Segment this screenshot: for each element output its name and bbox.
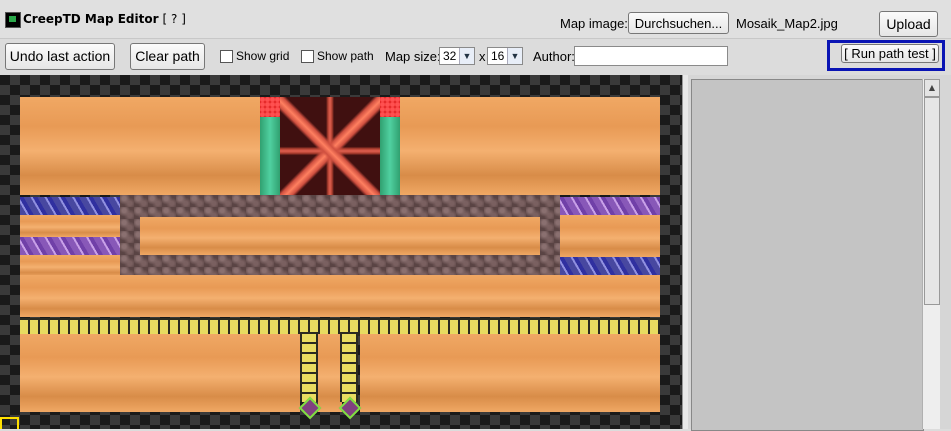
show-path-label: Show path [317,49,374,63]
app-title: CreepTD Map Editor [ ? ] [23,12,186,26]
map-tile-sand [140,217,540,255]
map-tile-rail-vertical [340,332,358,402]
map-tile-sand [20,275,660,317]
selected-filename: Mosaik_Map2.jpg [736,16,838,31]
map-tile-rail-vertical [300,332,318,402]
clear-path-button[interactable]: Clear path [130,43,205,70]
show-grid-label: Show grid [236,49,290,63]
upload-button[interactable]: Upload [879,11,938,37]
browse-button[interactable]: Durchsuchen... [628,12,729,34]
show-path-checkbox[interactable]: Show path [301,49,374,63]
map-tile-triangles-purple [20,237,120,255]
palette-scrollbar[interactable]: ▲ [922,79,940,429]
map-width-select[interactable]: 32 ▼ [439,47,475,65]
checkbox-box[interactable] [220,49,233,63]
map-tile-triangles-purple [560,197,660,215]
map-tile-green [260,117,280,197]
map-tile-sand [20,255,120,277]
map-tile-sand [318,334,342,412]
map-tile-triangles-blue [20,197,120,215]
scroll-up-icon[interactable]: ▲ [924,79,940,97]
map-image-label: Map image: [560,16,628,31]
chevron-down-icon[interactable]: ▼ [507,48,522,64]
undo-button[interactable]: Undo last action [5,43,115,70]
help-link[interactable]: [ ? ] [163,12,186,26]
tile-palette-list[interactable] [691,79,924,431]
map-tile-sand [560,215,660,257]
map-size-label: Map size: [385,49,441,64]
map-tile-triangles-blue [560,257,660,275]
chevron-down-icon[interactable]: ▼ [459,48,474,64]
map-height-value: 16 [491,49,505,63]
show-grid-checkbox[interactable]: Show grid [220,49,289,63]
checkbox-box[interactable] [301,49,314,63]
map-tile-crossing [280,97,380,205]
app-logo-icon [5,12,21,28]
header-bar: CreepTD Map Editor [ ? ] Map image: Durch… [0,0,951,38]
tile-palette-panel [688,75,951,431]
map-tile-sand [20,334,300,412]
cursor-tile-marker [0,417,19,429]
map-tile-red [380,97,400,117]
map-width-value: 32 [443,49,457,63]
map-tile-green [380,117,400,197]
size-separator: x [479,49,486,64]
author-input[interactable] [574,46,728,66]
map-tile-red [260,97,280,117]
map-height-select[interactable]: 16 ▼ [487,47,523,65]
app-title-text: CreepTD Map Editor [23,12,159,26]
author-label: Author: [533,49,575,64]
map-tile-sand [20,215,120,237]
map-tile-sand [360,334,660,412]
scrollbar-thumb[interactable] [924,97,940,305]
run-path-test-button[interactable]: [ Run path test ] [841,44,939,63]
map-canvas[interactable] [0,75,682,429]
